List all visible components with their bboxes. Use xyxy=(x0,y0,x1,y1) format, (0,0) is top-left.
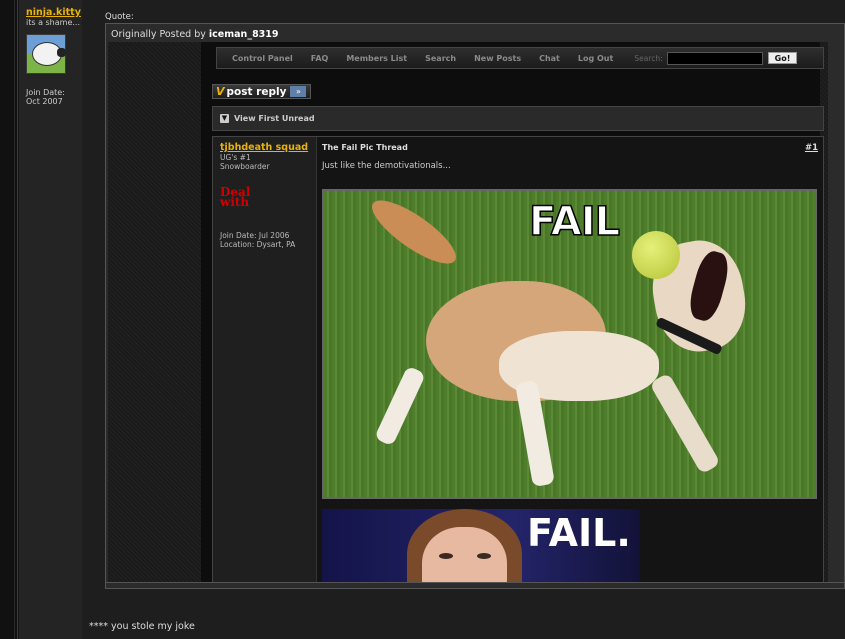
poster-join-date: Join Date: Jul 2006 xyxy=(220,231,290,240)
reply-label: post reply xyxy=(226,85,287,98)
join-date-value: Oct 2007 xyxy=(26,97,63,106)
join-date-label: Join Date: xyxy=(26,88,65,97)
post-body: The Fail Pic Thread #1 Just like the dem… xyxy=(317,137,823,583)
nav-search[interactable]: Search xyxy=(416,54,465,63)
sheep-icon xyxy=(33,43,66,65)
byline-prefix: Originally Posted by xyxy=(111,29,206,40)
user-title: its a shame... xyxy=(26,18,80,27)
poster-title-1: UG's #1 xyxy=(220,153,251,162)
byline-author: iceman_8319 xyxy=(208,29,279,40)
forum-page: ninja.kitty its a shame... Join Date: Oc… xyxy=(0,0,845,639)
post-content-area: Quote: Originally Posted by iceman_8319 … xyxy=(82,0,845,639)
eye xyxy=(439,553,453,559)
left-border xyxy=(0,0,18,639)
tennis-ball xyxy=(632,231,680,279)
post-text: Just like the demotivationals... xyxy=(322,161,451,171)
thread-title: The Fail Pic Thread xyxy=(322,143,408,152)
embedded-screenshot: Control Panel FAQ Members List Search Ne… xyxy=(108,42,828,583)
background-pattern xyxy=(108,42,201,583)
username-link[interactable]: ninja.kitty xyxy=(26,8,82,18)
deal-with-badge: Deal with xyxy=(220,185,251,209)
search-input[interactable] xyxy=(666,51,763,65)
user-info-column: ninja.kitty its a shame... Join Date: Oc… xyxy=(19,0,82,639)
reply-message: **** you stole my joke xyxy=(89,621,195,632)
double-arrow-icon: » xyxy=(290,86,307,97)
poster-location: Location: Dysart, PA xyxy=(220,240,296,249)
search-label: Search: xyxy=(634,53,663,63)
nav-members-list[interactable]: Members List xyxy=(337,54,416,63)
embedded-navbar: Control Panel FAQ Members List Search Ne… xyxy=(216,47,824,69)
quote-box: Originally Posted by iceman_8319 Control… xyxy=(105,23,845,589)
nav-chat[interactable]: Chat xyxy=(530,54,569,63)
down-arrow-icon: ▼ xyxy=(220,114,229,123)
nav-new-posts[interactable]: New Posts xyxy=(465,54,530,63)
quote-byline: Originally Posted by iceman_8319 xyxy=(111,29,279,40)
post-reply-button[interactable]: V post reply » xyxy=(212,84,312,99)
poster-title-2: Snowboarder xyxy=(220,162,270,171)
girl-fail-image: FAIL. xyxy=(322,509,640,583)
fail-caption: FAIL xyxy=(528,198,621,246)
fail-caption-2: FAIL. xyxy=(527,511,631,555)
poster-info: tjbhdeath squad UG's #1 Snowboarder Deal… xyxy=(213,137,317,583)
post-number-link[interactable]: #1 xyxy=(805,143,818,153)
dog-fail-image: FAIL xyxy=(322,189,817,499)
reply-v-icon: V xyxy=(216,85,225,98)
face xyxy=(422,527,507,583)
quote-footer xyxy=(106,582,844,588)
view-first-unread-link[interactable]: View First Unread xyxy=(234,114,315,123)
embedded-post: tjbhdeath squad UG's #1 Snowboarder Deal… xyxy=(212,136,824,583)
view-first-unread-bar: ▼ View First Unread xyxy=(212,106,824,131)
quote-label: Quote: xyxy=(105,12,134,22)
nav-faq[interactable]: FAQ xyxy=(302,54,338,63)
eye xyxy=(477,553,491,559)
avatar xyxy=(26,34,66,74)
nav-log-out[interactable]: Log Out xyxy=(569,54,622,63)
nav-control-panel[interactable]: Control Panel xyxy=(223,54,302,63)
search-go-button[interactable]: Go! xyxy=(767,52,798,64)
poster-name-link[interactable]: tjbhdeath squad xyxy=(220,143,316,153)
